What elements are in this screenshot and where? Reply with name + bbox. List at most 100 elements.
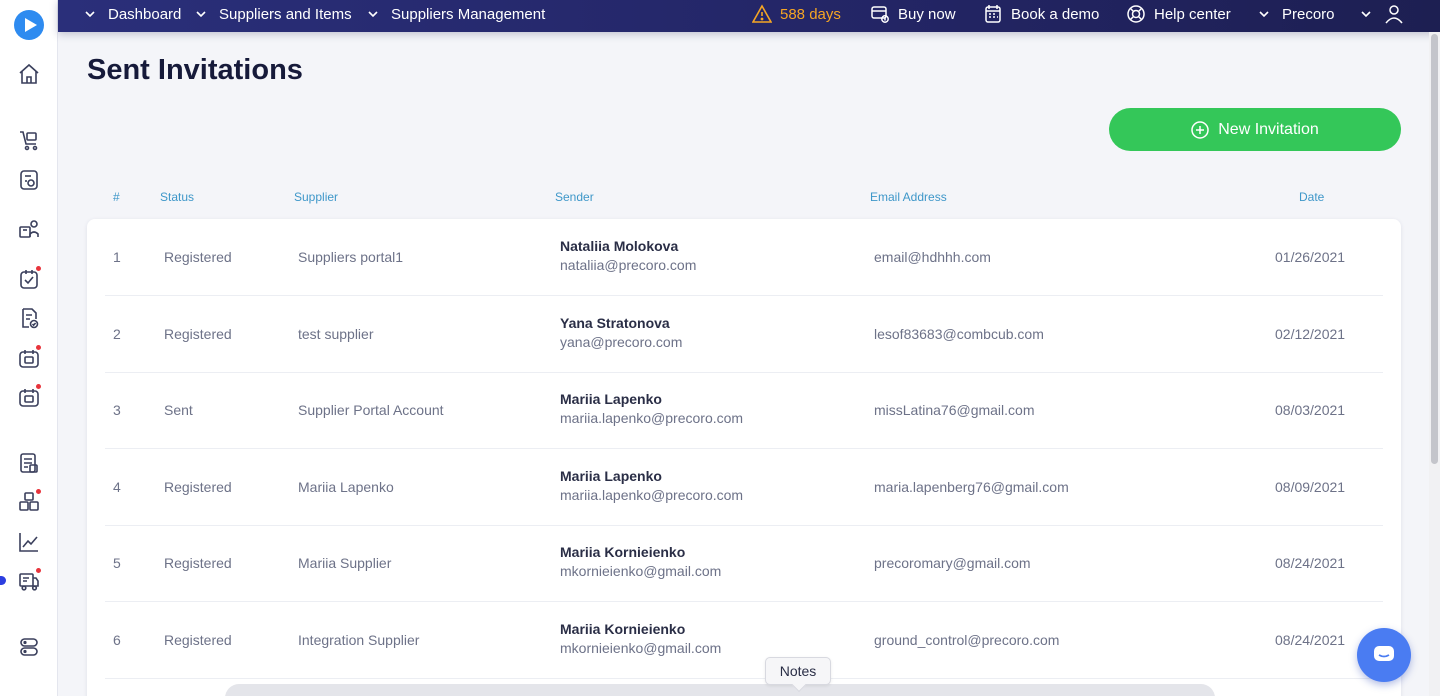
tasks-icon[interactable] bbox=[17, 265, 42, 291]
breadcrumb-suppliers-management[interactable]: Suppliers Management bbox=[367, 0, 545, 28]
book-demo-button[interactable]: Book a demo bbox=[983, 0, 1099, 28]
items-icon[interactable] bbox=[17, 488, 42, 514]
table-row[interactable]: 3 Sent Supplier Portal Account Mariia La… bbox=[105, 372, 1383, 449]
row-number: 1 bbox=[113, 249, 121, 265]
new-invitation-label: New Invitation bbox=[1218, 120, 1319, 138]
table-row[interactable]: 1 Registered Suppliers portal1 Nataliia … bbox=[105, 219, 1383, 296]
database-icon[interactable] bbox=[17, 635, 41, 659]
home-icon[interactable] bbox=[17, 62, 41, 86]
sidebar bbox=[0, 0, 58, 696]
row-number: 4 bbox=[113, 479, 121, 495]
row-email: lesof83683@combcub.com bbox=[874, 326, 1044, 342]
chevron-down-icon bbox=[1360, 8, 1372, 20]
demo-icon bbox=[983, 4, 1003, 24]
notes-panel-bar[interactable] bbox=[225, 684, 1215, 696]
column-header-sender[interactable]: Sender bbox=[555, 190, 594, 204]
buy-now-button[interactable]: Buy now bbox=[870, 0, 956, 28]
breadcrumb-suppliers-and-items[interactable]: Suppliers and Items bbox=[195, 0, 352, 28]
row-number: 6 bbox=[113, 632, 121, 648]
row-number: 5 bbox=[113, 555, 121, 571]
active-nav-indicator bbox=[0, 576, 6, 585]
table-row[interactable]: 4 Registered Mariia Lapenko Mariia Lapen… bbox=[105, 449, 1383, 526]
row-status: Sent bbox=[164, 402, 193, 418]
row-email: missLatina76@gmail.com bbox=[874, 402, 1035, 418]
help-icon bbox=[1126, 4, 1146, 24]
row-supplier: Supplier Portal Account bbox=[298, 402, 444, 418]
reports-icon[interactable] bbox=[17, 530, 41, 554]
row-sender-name: Mariia Lapenko bbox=[560, 391, 662, 407]
column-header-date[interactable]: Date bbox=[1299, 190, 1324, 204]
company-label: Precoro bbox=[1282, 5, 1335, 23]
table-row[interactable]: 2 Registered test supplier Yana Stratono… bbox=[105, 296, 1383, 373]
notification-dot bbox=[35, 488, 42, 495]
help-center-label: Help center bbox=[1154, 5, 1231, 23]
chevron-down-icon bbox=[367, 8, 379, 20]
buy-now-label: Buy now bbox=[898, 5, 956, 23]
requests-icon[interactable] bbox=[17, 168, 41, 192]
row-date: 08/24/2021 bbox=[1275, 632, 1346, 648]
suppliers-icon[interactable] bbox=[17, 217, 41, 241]
row-supplier: Suppliers portal1 bbox=[298, 249, 404, 265]
invitations-table: 1 Registered Suppliers portal1 Nataliia … bbox=[87, 219, 1401, 696]
precoro-logo-icon[interactable] bbox=[14, 10, 44, 40]
buy-icon bbox=[870, 4, 890, 24]
supplier-management-icon[interactable] bbox=[17, 567, 42, 593]
notification-dot bbox=[35, 383, 42, 390]
row-sender-email: mkornieienko@gmail.com bbox=[560, 640, 722, 656]
row-sender-email: nataliia@precoro.com bbox=[560, 257, 697, 273]
row-sender-email: mkornieienko@gmail.com bbox=[560, 563, 722, 579]
breadcrumb-label: Dashboard bbox=[108, 5, 182, 23]
chat-icon bbox=[1374, 646, 1394, 661]
row-sender-name: Mariia Lapenko bbox=[560, 468, 662, 484]
row-date: 08/03/2021 bbox=[1275, 402, 1346, 418]
breadcrumb-dashboard[interactable]: Dashboard bbox=[84, 0, 181, 28]
row-sender-email: mariia.lapenko@precoro.com bbox=[560, 410, 744, 426]
scrollbar-thumb[interactable] bbox=[1431, 34, 1438, 464]
help-center-button[interactable]: Help center bbox=[1126, 0, 1231, 28]
page-title: Sent Invitations bbox=[87, 54, 303, 86]
table-row[interactable]: 5 Registered Mariia Supplier Mariia Korn… bbox=[105, 525, 1383, 602]
catalog-icon[interactable] bbox=[17, 451, 41, 475]
row-supplier: Mariia Lapenko bbox=[298, 479, 394, 495]
top-navigation-bar: Dashboard Suppliers and Items Suppliers … bbox=[58, 0, 1440, 32]
documents-icon[interactable] bbox=[17, 306, 41, 330]
row-status: Registered bbox=[164, 249, 232, 265]
row-sender-email: mariia.lapenko@precoro.com bbox=[560, 487, 744, 503]
book-demo-label: Book a demo bbox=[1011, 5, 1100, 23]
column-header-supplier[interactable]: Supplier bbox=[294, 190, 338, 204]
new-invitation-button[interactable]: New Invitation bbox=[1109, 108, 1401, 151]
row-number: 2 bbox=[113, 326, 121, 342]
trial-days-remaining[interactable]: 588 days bbox=[752, 0, 841, 28]
row-number: 3 bbox=[113, 402, 121, 418]
row-sender-email: yana@precoro.com bbox=[560, 334, 683, 350]
table-row[interactable]: 6 Registered Integration Supplier Mariia… bbox=[105, 602, 1383, 679]
user-menu[interactable] bbox=[1360, 0, 1404, 28]
row-supplier: Integration Supplier bbox=[298, 632, 420, 648]
cart-icon[interactable] bbox=[17, 128, 41, 152]
invoice-icon[interactable] bbox=[17, 344, 42, 370]
column-header-email[interactable]: Email Address bbox=[870, 190, 947, 204]
vertical-scrollbar[interactable] bbox=[1429, 32, 1440, 696]
row-email: ground_control@precoro.com bbox=[874, 632, 1060, 648]
user-icon bbox=[1384, 4, 1404, 24]
breadcrumb-label: Suppliers and Items bbox=[219, 5, 352, 23]
chat-support-button[interactable] bbox=[1357, 628, 1411, 682]
column-header-number[interactable]: # bbox=[113, 190, 120, 204]
company-switcher[interactable]: Precoro bbox=[1258, 0, 1335, 28]
row-status: Registered bbox=[164, 555, 232, 571]
row-date: 01/26/2021 bbox=[1275, 249, 1346, 265]
row-status: Registered bbox=[164, 326, 232, 342]
plus-circle-icon bbox=[1191, 120, 1209, 139]
warning-icon bbox=[752, 4, 772, 24]
receipt-icon[interactable] bbox=[17, 383, 42, 409]
row-sender-name: Mariia Kornieienko bbox=[560, 544, 686, 560]
breadcrumb-label: Suppliers Management bbox=[391, 5, 546, 23]
notification-dot bbox=[35, 567, 42, 574]
notification-dot bbox=[35, 265, 42, 272]
chevron-down-icon bbox=[84, 8, 96, 20]
row-email: maria.lapenberg76@gmail.com bbox=[874, 479, 1069, 495]
row-date: 02/12/2021 bbox=[1275, 326, 1346, 342]
trial-days-label: 588 days bbox=[780, 5, 841, 23]
notes-tab[interactable]: Notes bbox=[765, 657, 831, 685]
column-header-status[interactable]: Status bbox=[160, 190, 194, 204]
